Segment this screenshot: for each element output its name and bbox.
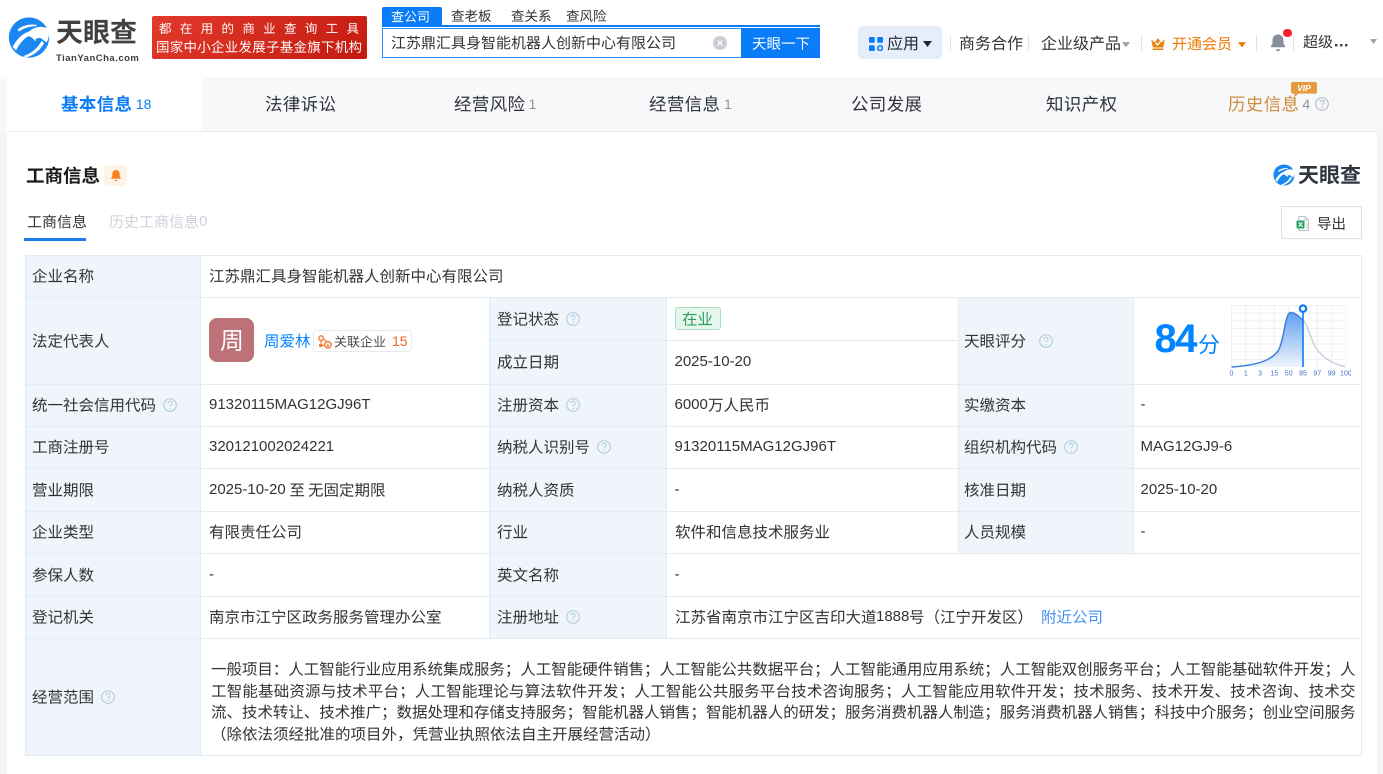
svg-text:100: 100 xyxy=(1340,371,1351,378)
svg-text:99: 99 xyxy=(1328,371,1336,378)
svg-text:85: 85 xyxy=(1299,371,1307,378)
svg-text:1: 1 xyxy=(1244,371,1248,378)
svg-text:3: 3 xyxy=(1258,371,1262,378)
svg-text:50: 50 xyxy=(1285,371,1293,378)
svg-text:0: 0 xyxy=(1230,371,1234,378)
svg-text:VIP: VIP xyxy=(1297,83,1311,93)
svg-text:97: 97 xyxy=(1313,371,1321,378)
svg-text:15: 15 xyxy=(1271,371,1279,378)
